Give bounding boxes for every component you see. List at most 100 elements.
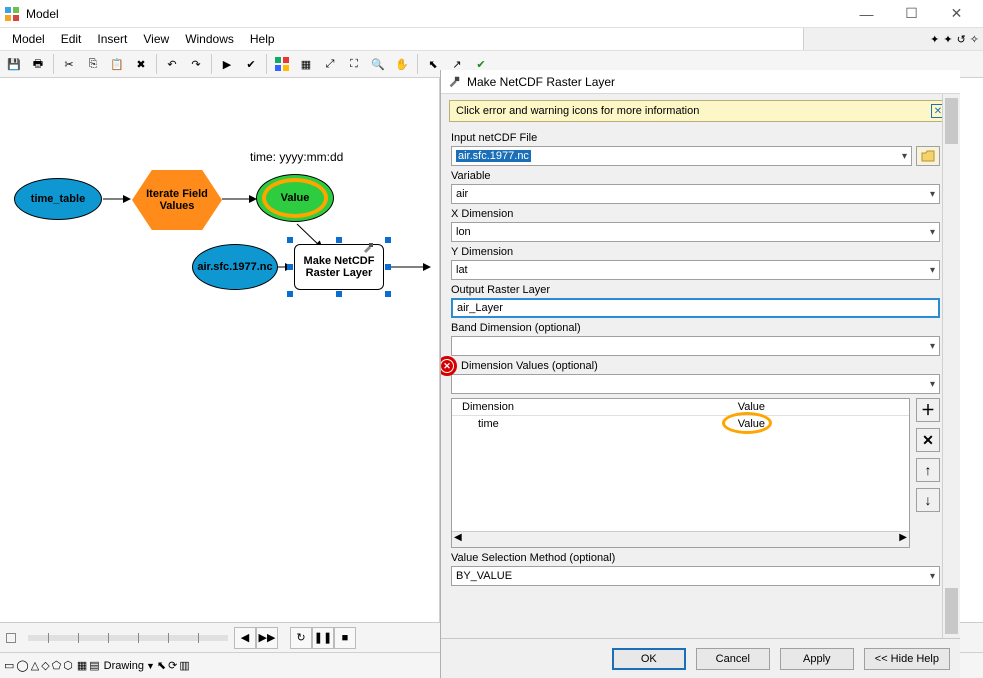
cancel-button[interactable]: Cancel — [696, 648, 770, 670]
menu-windows[interactable]: Windows — [177, 30, 242, 48]
pause-icon[interactable]: ❚❚ — [312, 627, 334, 649]
info-banner: Click error and warning icons for more i… — [449, 100, 952, 122]
xdim-combo[interactable]: lon ▾ — [451, 222, 940, 242]
draw-tool-icon[interactable]: ◇ — [41, 659, 49, 672]
highlight-ring — [722, 412, 772, 434]
ydim-combo[interactable]: lat ▾ — [451, 260, 940, 280]
menu-view[interactable]: View — [135, 30, 177, 48]
chevron-down-icon: ▾ — [930, 227, 935, 238]
dimension-table[interactable]: Dimension Value time Value ◀▶ — [451, 398, 910, 548]
xdim-label: X Dimension — [451, 208, 940, 220]
draw-tool-icon[interactable]: ▭ — [4, 659, 14, 672]
timeline-slider[interactable] — [28, 635, 228, 641]
chevron-down-icon: ▾ — [902, 151, 907, 162]
chevron-down-icon: ▾ — [930, 341, 935, 352]
run-icon[interactable]: ▶ — [216, 53, 238, 75]
redo-icon[interactable]: ↷ — [185, 53, 207, 75]
maximize-button[interactable]: ☐ — [889, 0, 934, 28]
menu-help[interactable]: Help — [242, 30, 283, 48]
draw-tool-icon[interactable]: △ — [31, 659, 39, 672]
dialog-footer: OK Cancel Apply << Hide Help — [441, 638, 960, 678]
menu-edit[interactable]: Edit — [53, 30, 90, 48]
browse-button[interactable] — [916, 146, 940, 166]
hammer-icon — [362, 242, 374, 254]
move-down-button[interactable]: ↓ — [916, 488, 940, 512]
ydim-label: Y Dimension — [451, 246, 940, 258]
valsel-value: BY_VALUE — [456, 570, 512, 582]
outraster-input[interactable]: air_Layer — [451, 298, 940, 318]
timeline-start-marker[interactable] — [6, 633, 16, 643]
layout-icon[interactable]: ▦ — [295, 53, 317, 75]
banddim-label: Band Dimension (optional) — [451, 322, 940, 334]
layers-icon[interactable]: ▥ — [179, 659, 189, 672]
chevron-down-icon: ▾ — [930, 189, 935, 200]
delete-icon[interactable]: ✖ — [130, 53, 152, 75]
chevron-down-icon: ▾ — [930, 265, 935, 276]
nav-icon[interactable]: ✦ — [930, 33, 939, 46]
close-button[interactable]: ✕ — [934, 0, 979, 28]
draw-tool-icon[interactable]: ⬠ — [52, 659, 62, 672]
apply-button[interactable]: Apply — [780, 648, 854, 670]
menu-insert[interactable]: Insert — [89, 30, 135, 48]
node-airsfc[interactable]: air.sfc.1977.nc — [192, 244, 278, 290]
input-netcdf-value: air.sfc.1977.nc — [456, 150, 531, 162]
banddim-combo[interactable]: ▾ — [451, 336, 940, 356]
fullext-icon[interactable]: ⛶ — [343, 53, 365, 75]
xdim-value: lon — [456, 226, 471, 238]
draw-tool-icon[interactable]: ▤ — [89, 659, 99, 672]
cut-icon[interactable]: ✂ — [58, 53, 80, 75]
error-icon[interactable]: ✕ — [441, 356, 457, 376]
node-label: Iterate Field Values — [132, 188, 222, 212]
draw-tool-icon[interactable]: ⬡ — [63, 659, 73, 672]
variable-combo[interactable]: air ▾ — [451, 184, 940, 204]
input-netcdf-combo[interactable]: air.sfc.1977.nc ▾ — [451, 146, 912, 166]
remove-row-button[interactable]: ✕ — [916, 428, 940, 452]
print-icon[interactable]: 🖶 — [27, 53, 49, 75]
draw-tool-icon[interactable]: ▦ — [77, 659, 87, 672]
app-icon — [4, 6, 20, 22]
tool-dialog: Make NetCDF Raster Layer Click error and… — [440, 70, 960, 678]
node-time-table[interactable]: time_table — [14, 178, 102, 220]
refresh-icon[interactable]: ↻ — [290, 627, 312, 649]
expand-icon[interactable]: ⤢ — [319, 53, 341, 75]
menu-model[interactable]: Model — [4, 30, 53, 48]
save-icon[interactable]: 💾 — [3, 53, 25, 75]
ok-button[interactable]: OK — [612, 648, 686, 670]
variable-value: air — [456, 188, 468, 200]
dimvals-combo[interactable]: ▾ — [451, 374, 940, 394]
draw-tool-icon[interactable]: ◯ — [16, 659, 28, 672]
validate-icon[interactable]: ✔ — [240, 53, 262, 75]
ydim-value: lat — [456, 264, 468, 276]
nav-icon[interactable]: ↺ — [957, 33, 966, 46]
valsel-combo[interactable]: BY_VALUE ▾ — [451, 566, 940, 586]
highlight-ring — [262, 178, 328, 218]
secondary-toolbar: ✦ ✦ ↺ ✧ — [803, 28, 983, 50]
play-icon[interactable]: ▶▶ — [256, 627, 278, 649]
node-iterate[interactable]: Iterate Field Values — [132, 170, 222, 230]
model-canvas[interactable]: time: yyyy:mm:dd time_table Iterate Fiel… — [0, 78, 440, 622]
undo-icon[interactable]: ↶ — [161, 53, 183, 75]
copy-icon[interactable]: ⎘ — [82, 53, 104, 75]
prev-icon[interactable]: ◀ — [234, 627, 256, 649]
nav-icon[interactable]: ✦ — [943, 33, 952, 46]
v-scrollbar[interactable] — [942, 94, 960, 638]
stop-icon[interactable]: ■ — [334, 627, 356, 649]
annotation-text: time: yyyy:mm:dd — [250, 150, 343, 164]
h-scrollbar[interactable]: ◀▶ — [452, 531, 909, 547]
hide-help-button[interactable]: << Hide Help — [864, 648, 950, 670]
chevron-down-icon: ▾ — [930, 379, 935, 390]
zoomin-icon[interactable]: 🔍 — [367, 53, 389, 75]
paste-icon[interactable]: 📋 — [106, 53, 128, 75]
cell-dim[interactable]: time — [452, 416, 728, 433]
grid-icon[interactable] — [271, 53, 293, 75]
add-row-button[interactable]: ＋ — [916, 398, 940, 422]
minimize-button[interactable]: — — [844, 0, 889, 28]
nav-icon[interactable]: ✧ — [970, 33, 979, 46]
valsel-label: Value Selection Method (optional) — [451, 552, 940, 564]
select-arrow-icon[interactable]: ⬉ — [157, 659, 166, 672]
pan-icon[interactable]: ✋ — [391, 53, 413, 75]
move-up-button[interactable]: ↑ — [916, 458, 940, 482]
dialog-title: Make NetCDF Raster Layer — [467, 75, 615, 89]
chevron-down-icon: ▾ — [930, 571, 935, 582]
rotate-icon[interactable]: ⟳ — [168, 659, 177, 672]
